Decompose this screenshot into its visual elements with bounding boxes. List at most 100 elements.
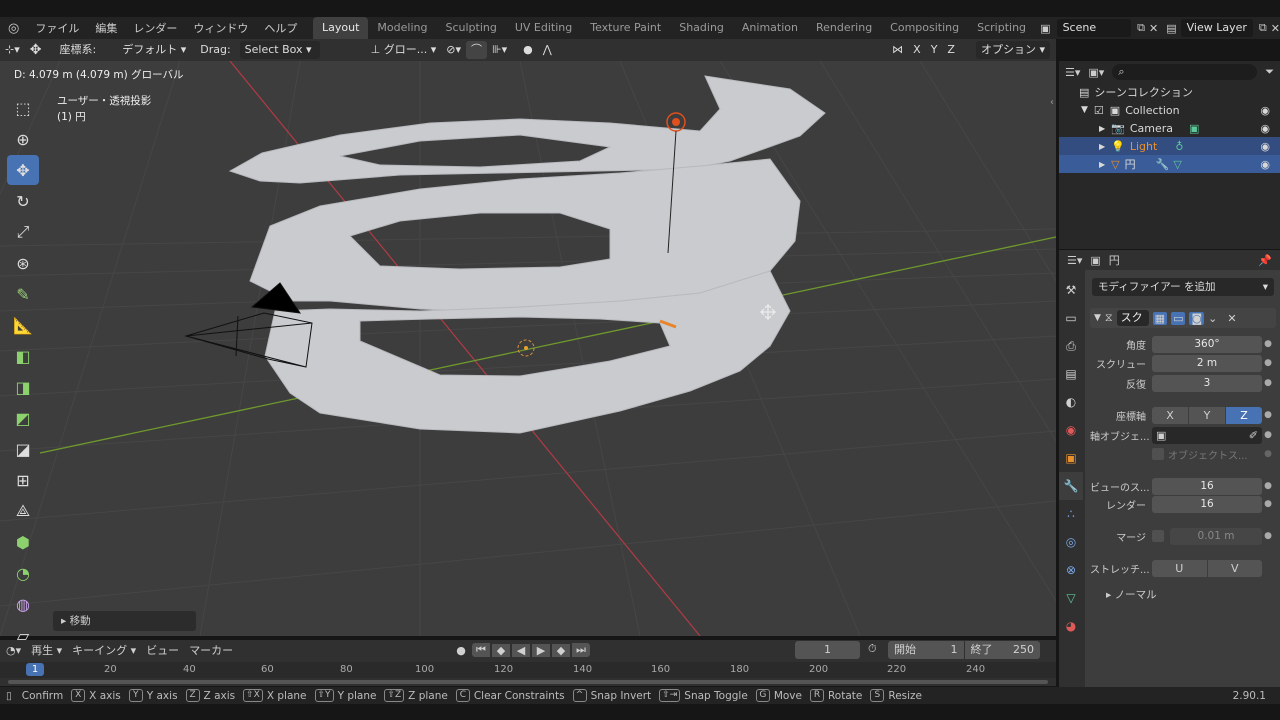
visibility-eye-icon[interactable]: ◉	[1260, 140, 1270, 153]
bevel-tool-icon[interactable]: ◪	[7, 434, 39, 464]
edit-mode-toggle-icon[interactable]: ▦	[1152, 311, 1168, 325]
world-tab-icon[interactable]: ◉	[1059, 416, 1083, 444]
blender-logo-icon[interactable]: ◎	[0, 21, 27, 36]
material-tab-icon[interactable]: ◕	[1059, 612, 1083, 640]
pivot-icon[interactable]: ⊘▾	[441, 41, 466, 59]
workspace-tab-shading[interactable]: Shading	[670, 17, 733, 39]
view-layer-field[interactable]: View Layer	[1180, 19, 1253, 37]
stretch-v-toggle[interactable]: V	[1207, 559, 1262, 577]
add-cube-tool-icon[interactable]: ◧	[7, 341, 39, 371]
timeline-editor-icon[interactable]: ◔▾	[6, 644, 21, 657]
snap-target-icon[interactable]: ⊪▾	[487, 41, 512, 59]
scene-tab-icon[interactable]: ◐	[1059, 388, 1083, 416]
expand-icon[interactable]: ▶	[1099, 160, 1105, 169]
drag-mode-dropdown[interactable]: Select Box ▾	[239, 41, 320, 59]
outliner-search-field[interactable]: ⌕	[1112, 64, 1258, 80]
view-layer-close-icon[interactable]: ✕	[1271, 22, 1280, 35]
modifier-name-field[interactable]: スク	[1116, 310, 1149, 326]
transform-orientation-dropdown[interactable]: ⊥ グロー... ▾	[366, 41, 442, 59]
expand-icon[interactable]: ▼	[1081, 105, 1088, 115]
marker-menu[interactable]: マーカー	[189, 642, 233, 658]
keyframe-dot-icon[interactable]: ●	[1262, 378, 1274, 388]
inset-tool-icon[interactable]: ◩	[7, 403, 39, 433]
view-layer-tab-icon[interactable]: ▤	[1059, 360, 1083, 388]
axis-x-toggle[interactable]: X	[908, 41, 926, 59]
scene-new-icon[interactable]: ⧉	[1137, 21, 1145, 35]
constraints-tab-icon[interactable]: ⊗	[1059, 556, 1083, 584]
outliner-editor-icon[interactable]: ☰▾	[1065, 66, 1080, 79]
workspace-tab-scripting[interactable]: Scripting	[968, 17, 1035, 39]
prev-keyframe-icon[interactable]: ◆	[492, 643, 510, 657]
outliner-scene-collection[interactable]: ▤ シーンコレクション	[1059, 83, 1280, 101]
loop-cut-tool-icon[interactable]: ⊞	[7, 465, 39, 495]
visibility-eye-icon[interactable]: ◉	[1260, 104, 1270, 117]
workspace-tab-compositing[interactable]: Compositing	[881, 17, 968, 39]
keyframe-dot-icon[interactable]: ●	[1262, 410, 1274, 420]
stopwatch-icon[interactable]: ⏱	[868, 642, 877, 656]
axis-z-toggle[interactable]: Z	[942, 41, 960, 59]
modifier-tab-icon[interactable]: 🔧	[1059, 472, 1083, 500]
outliner-item-collection[interactable]: ▼ ☑ ▣ Collection ◉	[1059, 101, 1280, 119]
expand-icon[interactable]: ▶	[1099, 124, 1105, 133]
smooth-tool-icon[interactable]: ◍	[7, 589, 39, 619]
keying-menu[interactable]: キーイング ▾	[72, 642, 136, 658]
merge-threshold-field[interactable]: 0.01 m	[1170, 527, 1262, 545]
output-tab-icon[interactable]: ⎙	[1059, 332, 1083, 360]
screw-field[interactable]: 2 m	[1152, 354, 1262, 372]
poly-build-tool-icon[interactable]: ⬢	[7, 527, 39, 557]
menu-file[interactable]: ファイル	[27, 20, 87, 36]
outliner-display-mode-icon[interactable]: ▣▾	[1088, 66, 1104, 79]
axis-object-field[interactable]: ▣ ✐	[1152, 426, 1262, 444]
render-toggle-icon[interactable]: ◙	[1189, 311, 1205, 325]
workspace-tab-layout[interactable]: Layout	[313, 17, 369, 39]
menu-edit[interactable]: 編集	[87, 20, 125, 36]
falloff-icon[interactable]: ⋀	[538, 41, 557, 59]
viewport-steps-field[interactable]: 16	[1152, 477, 1262, 495]
spin-tool-icon[interactable]: ◔	[7, 558, 39, 588]
viewport-toggle-icon[interactable]: ▭	[1171, 311, 1186, 325]
view-layer-icon[interactable]: ▤	[1166, 22, 1176, 35]
end-frame-field[interactable]: 終了 250	[964, 641, 1040, 659]
current-frame-field[interactable]: 1	[795, 641, 860, 659]
menu-window[interactable]: ウィンドウ	[185, 20, 256, 36]
workspace-tab-rendering[interactable]: Rendering	[807, 17, 881, 39]
collapse-icon[interactable]: ▼	[1094, 313, 1101, 323]
particles-tab-icon[interactable]: ∴	[1059, 500, 1083, 528]
keyframe-dot-icon[interactable]: ●	[1262, 481, 1274, 491]
tool-tab-icon[interactable]: ⚒	[1059, 276, 1083, 304]
transform-tool-icon[interactable]: ⊛	[7, 248, 39, 278]
filter-icon[interactable]: ⏷	[1265, 65, 1274, 79]
scene-close-icon[interactable]: ✕	[1149, 22, 1158, 35]
outliner-item-light[interactable]: ▶ 💡 Light ♁ ◉	[1059, 137, 1280, 155]
rotate-tool-icon[interactable]: ↻	[7, 186, 39, 216]
keyframe-dot-icon[interactable]: ●	[1262, 358, 1274, 368]
move-tool-icon[interactable]: ✥	[7, 155, 39, 185]
select-box-tool-icon[interactable]: ⬚	[7, 93, 39, 123]
scene-field[interactable]: Scene	[1056, 19, 1132, 37]
knife-tool-icon[interactable]: ⟁	[7, 496, 39, 526]
visibility-eye-icon[interactable]: ◉	[1260, 122, 1270, 135]
workspace-tab-uv-editing[interactable]: UV Editing	[506, 17, 581, 39]
play-icon[interactable]: ▶	[532, 643, 550, 657]
eyedropper-icon[interactable]: ✐	[1249, 427, 1258, 444]
workspace-tab-texture-paint[interactable]: Texture Paint	[581, 17, 670, 39]
snap-icon[interactable]: ⌒	[466, 41, 488, 59]
workspace-tab-modeling[interactable]: Modeling	[368, 17, 436, 39]
axis-option-x[interactable]: X	[1152, 406, 1188, 424]
playback-menu[interactable]: 再生 ▾	[31, 642, 62, 658]
record-icon[interactable]: ●	[452, 644, 470, 657]
axis-option-y[interactable]: Y	[1189, 406, 1225, 424]
axis-option-z[interactable]: Z	[1226, 406, 1262, 424]
dropdown-chevron-icon[interactable]: ⌄	[1208, 312, 1217, 325]
proportional-edit-icon[interactable]: ●	[518, 41, 538, 59]
workspace-tab-sculpting[interactable]: Sculpting	[436, 17, 505, 39]
normals-subpanel[interactable]: ▸ ノーマル	[1106, 587, 1157, 602]
measure-tool-icon[interactable]: 📐	[7, 310, 39, 340]
keyframe-dot-icon[interactable]: ●	[1262, 339, 1274, 349]
properties-editor-icon[interactable]: ☰▾	[1067, 254, 1082, 267]
object-tab-icon[interactable]: ▣	[1059, 444, 1083, 472]
stretch-u-toggle[interactable]: U	[1152, 559, 1207, 577]
3d-viewport[interactable]: D: 4.079 m (4.079 m) グローバル ユーザー・透視投影 (1)…	[0, 61, 1056, 636]
add-modifier-dropdown[interactable]: モディファイアー を追加 ▾	[1092, 278, 1274, 296]
annotate-tool-icon[interactable]: ✎	[7, 279, 39, 309]
